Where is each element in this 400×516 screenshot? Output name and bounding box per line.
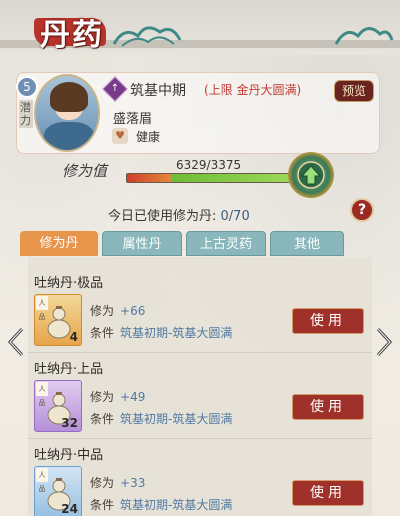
condition-value: 筑基初期-筑基大圆满 <box>120 498 233 512</box>
tab-cultivation-pill[interactable]: 修为丹 <box>20 231 98 256</box>
item-icon-frame[interactable]: 人品 24 <box>34 466 82 516</box>
daily-usage-label: 今日已使用修为丹: <box>108 209 217 224</box>
preview-button[interactable]: 预览 <box>334 80 374 102</box>
effect-value: +66 <box>120 304 146 318</box>
item-condition: 条件 筑基初期-筑基大圆满 <box>90 410 232 427</box>
realm-limit-text: (上限 金丹大圆满) <box>204 83 302 97</box>
use-button[interactable]: 使用 <box>292 394 364 420</box>
effect-key: 修为 <box>90 304 115 318</box>
list-item: 吐纳丹·极品 人品 4 修为 +66 条件 筑基初期-筑基大圆满 使用 <box>28 272 372 358</box>
health-status: 健康 <box>136 130 161 144</box>
effect-key: 修为 <box>90 390 115 404</box>
help-button[interactable]: ? <box>350 198 374 222</box>
progress-green-segment <box>172 174 289 182</box>
tab-ancient-herb[interactable]: 上古灵药 <box>186 231 266 256</box>
list-item: 吐纳丹·上品 人品 32 修为 +49 条件 筑基初期-筑基大圆满 使用 <box>28 358 372 444</box>
daily-usage-count: 0/70 <box>220 209 250 224</box>
condition-key: 条件 <box>90 326 115 340</box>
realm-text: 筑基中期 <box>130 83 186 99</box>
tab-attribute-pill[interactable]: 属性丹 <box>102 231 182 256</box>
condition-key: 条件 <box>90 498 115 512</box>
daily-usage: 今日已使用修为丹: 0/70 <box>108 205 250 224</box>
health-icon: ♥ <box>112 128 128 144</box>
item-divider <box>28 438 372 439</box>
item-name: 吐纳丹·中品 <box>34 448 104 463</box>
condition-key: 条件 <box>90 412 115 426</box>
avatar-robe <box>44 122 94 150</box>
page-title: 丹药 <box>40 18 104 53</box>
item-quantity: 4 <box>69 330 78 344</box>
item-effect: 修为 +33 <box>90 474 145 491</box>
condition-value: 筑基初期-筑基大圆满 <box>120 412 233 426</box>
cultivation-value: 6329/3375 <box>176 158 242 172</box>
progress-red-segment <box>127 174 172 182</box>
item-quantity: 24 <box>61 502 78 516</box>
condition-value: 筑基初期-筑基大圆满 <box>120 326 233 340</box>
chevron-left-icon[interactable] <box>6 327 26 357</box>
item-condition: 条件 筑基初期-筑基大圆满 <box>90 496 232 513</box>
effect-value: +33 <box>120 476 146 490</box>
item-icon-frame[interactable]: 人品 4 <box>34 294 82 346</box>
header-bar: 丹药 <box>0 0 400 55</box>
upgrade-button[interactable] <box>288 152 334 198</box>
item-condition: 条件 筑基初期-筑基大圆满 <box>90 324 232 341</box>
item-effect: 修为 +66 <box>90 302 145 319</box>
item-name: 吐纳丹·极品 <box>34 276 104 291</box>
page-title-wrap: 丹药 <box>30 4 150 53</box>
level-badge: 5 <box>16 76 38 98</box>
item-quantity: 32 <box>61 416 78 430</box>
effect-key: 修为 <box>90 476 115 490</box>
use-button[interactable]: 使用 <box>292 480 364 506</box>
cloud-icon <box>334 27 394 45</box>
cultivation-progress-bar <box>126 173 290 183</box>
use-button[interactable]: 使用 <box>292 308 364 334</box>
item-icon-frame[interactable]: 人品 32 <box>34 380 82 432</box>
realm-icon-glyph: ↑ <box>110 83 120 94</box>
up-arrow-icon <box>297 161 325 189</box>
chevron-right-icon[interactable] <box>374 327 394 357</box>
avatar[interactable] <box>34 74 100 152</box>
item-effect: 修为 +49 <box>90 388 145 405</box>
potential-label: 潜力 <box>19 100 33 128</box>
list-item: 吐纳丹·中品 人品 24 修为 +33 条件 筑基初期-筑基大圆满 使用 <box>28 444 372 516</box>
effect-value: +49 <box>120 390 146 404</box>
cultivation-label: 修为值 <box>62 162 108 180</box>
avatar-hair <box>50 82 88 112</box>
item-divider <box>28 352 372 353</box>
character-name: 盛落眉 <box>113 112 153 127</box>
tab-other[interactable]: 其他 <box>270 231 344 256</box>
item-name: 吐纳丹·上品 <box>34 362 104 377</box>
